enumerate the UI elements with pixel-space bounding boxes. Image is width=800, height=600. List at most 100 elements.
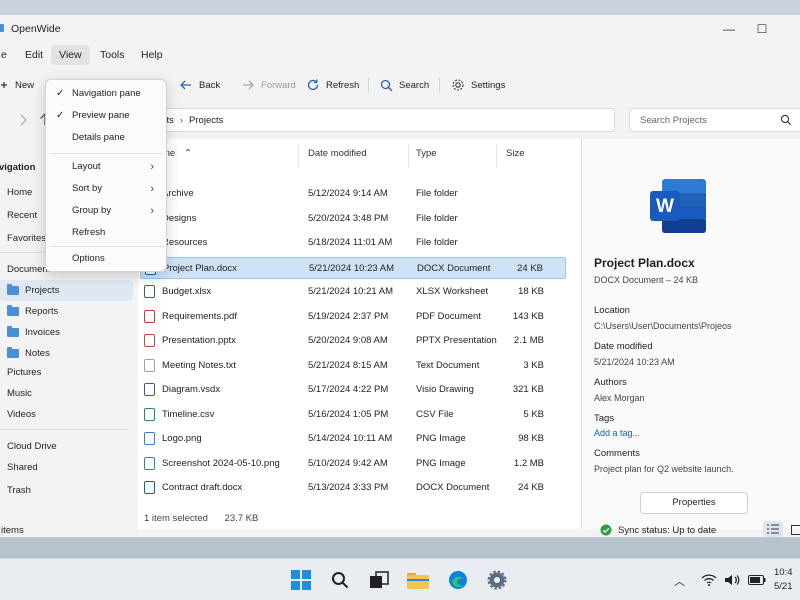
gear-icon — [487, 570, 507, 590]
menu-navigation-pane[interactable]: ✓ Navigation pane — [50, 84, 164, 104]
authors-label: Authors — [594, 377, 627, 388]
vsdx-file-icon — [144, 383, 155, 396]
title-bar[interactable]: OpenWide — ☐ — [0, 15, 800, 43]
wifi-icon[interactable] — [701, 574, 717, 586]
menu-details-pane[interactable]: Details pane — [50, 128, 164, 148]
menu-edit[interactable]: Edit — [17, 45, 51, 65]
column-header-size[interactable]: Size — [506, 143, 524, 165]
plus-icon — [1, 82, 7, 88]
chevron-right-icon: › — [179, 114, 184, 126]
search-button[interactable]: Search — [380, 73, 429, 97]
file-row[interactable]: Contract draft.docx 5/13/2024 3:33 PM DOCX… — [140, 477, 566, 499]
search-input[interactable]: Search Projects — [629, 108, 800, 132]
menu-view[interactable]: View — [51, 45, 90, 65]
menu-group-by[interactable]: Group by › — [50, 201, 164, 221]
properties-button[interactable]: Properties — [640, 492, 748, 514]
sidebar-item-pictures[interactable]: Pictures — [0, 362, 133, 383]
menu-item-label: Options — [72, 253, 105, 264]
file-type: PNG Image — [416, 433, 466, 444]
menu-sort-by[interactable]: Sort by › — [50, 179, 164, 199]
sidebar-item-projects[interactable]: Projects — [0, 280, 133, 301]
file-row[interactable]: Archive 5/12/2024 9:14 AM File folder — [140, 183, 566, 205]
sidebar-item-notes[interactable]: Notes — [0, 343, 133, 364]
column-divider[interactable] — [298, 145, 299, 167]
nav-divider — [0, 429, 129, 430]
breadcrumb-projects[interactable]: Projects — [189, 115, 223, 126]
file-row[interactable]: Budget.xlsx 5/21/2024 10:21 AM XLSX Worksh… — [140, 281, 566, 303]
file-row[interactable]: Project Plan.docx 5/21/2024 10:23 AM DOCX … — [140, 256, 566, 279]
file-row[interactable]: Meeting Notes.txt 5/21/2024 8:15 AM Text D… — [140, 355, 566, 377]
file-type: CSV File — [416, 408, 454, 420]
file-date: 5/20/2024 9:08 AM — [308, 335, 388, 346]
new-button[interactable]: New — [0, 73, 34, 97]
file-date: 5/10/2024 9:42 AM — [308, 457, 388, 469]
refresh-button[interactable]: Refresh — [306, 73, 359, 97]
maximize-button[interactable]: ☐ — [740, 15, 784, 43]
file-date: 5/20/2024 3:48 PM — [308, 212, 389, 224]
sidebar-item-videos[interactable]: Videos — [0, 404, 133, 425]
menu-file[interactable]: e — [0, 45, 15, 65]
column-header-type[interactable]: Type — [416, 143, 437, 165]
menu-tools[interactable]: Tools — [92, 45, 133, 65]
column-divider[interactable] — [408, 145, 409, 167]
file-row[interactable]: Designs 5/20/2024 3:48 PM File folder — [140, 208, 566, 230]
sidebar-item-trash[interactable]: Trash — [0, 480, 133, 501]
sidebar-item-label: Cloud Drive — [7, 441, 57, 452]
back-button[interactable]: Back — [179, 73, 220, 97]
file-date: 5/19/2024 2:37 PM — [308, 310, 389, 322]
menu-preview-pane[interactable]: ✓ Preview pane — [50, 106, 164, 126]
file-name: Requirements.pdf — [162, 310, 237, 322]
start-button[interactable] — [289, 568, 313, 592]
file-size: 5 KB — [523, 408, 544, 420]
volume-icon[interactable] — [724, 574, 740, 586]
file-row[interactable]: Diagram.vsdx 5/17/2024 4:22 PM Visio Drawi… — [140, 379, 566, 401]
system-clock[interactable]: 10:4 5/21 — [774, 566, 793, 594]
file-size: 2.1 MB — [513, 335, 544, 346]
tiles-view-icon[interactable] — [791, 525, 800, 535]
preview-filename: Project Plan.docx — [594, 256, 695, 270]
edge-taskbar-button[interactable] — [446, 568, 470, 592]
location-label: Location — [594, 305, 630, 316]
sidebar-item-shared[interactable]: Shared — [0, 457, 133, 478]
add-tag-link[interactable]: Add a tag... — [594, 428, 640, 438]
menu-help[interactable]: Help — [133, 45, 171, 65]
menu-bar: e Edit View Tools Help — [0, 43, 800, 65]
menu-layout[interactable]: Layout › — [50, 157, 164, 177]
chevron-up-icon[interactable]: ︿ — [674, 573, 685, 589]
file-row[interactable]: Presentation.pptx 5/20/2024 9:08 AM PPTX P… — [140, 330, 566, 352]
file-row[interactable]: Logo.png 5/14/2024 10:11 AM PNG Image 98 KB — [140, 428, 566, 450]
windows-logo-icon — [291, 570, 311, 590]
menu-refresh[interactable]: Refresh — [50, 223, 164, 243]
sidebar-item-invoices[interactable]: Invoices — [0, 322, 133, 343]
taskbar-search-button[interactable] — [328, 568, 352, 592]
file-name: Resources — [162, 237, 208, 248]
forward-button[interactable]: Forward — [241, 73, 296, 97]
pptx-file-icon — [144, 334, 155, 347]
sidebar-item-reports[interactable]: Reports — [0, 301, 133, 322]
file-row[interactable]: Resources 5/18/2024 11:01 AM File folder — [140, 232, 566, 254]
breadcrumb[interactable]: ments › Projects — [143, 108, 615, 132]
settings-taskbar-button[interactable] — [485, 568, 509, 592]
details-view-button[interactable] — [763, 521, 783, 537]
sort-up-icon: ⌃ — [183, 148, 192, 159]
file-explorer-taskbar-button[interactable] — [406, 568, 430, 592]
file-row[interactable]: Screenshot 2024-05-10.png 5/10/2024 9:42 … — [140, 453, 566, 475]
file-explorer-icon — [407, 573, 429, 589]
chevron-right-icon: › — [150, 161, 154, 173]
menu-item-label: Details pane — [72, 132, 125, 143]
file-name: Budget.xlsx — [162, 286, 212, 297]
menu-options[interactable]: Options — [50, 249, 164, 269]
file-type: Visio Drawing — [416, 384, 474, 395]
settings-button[interactable]: Settings — [451, 73, 505, 97]
forward-nav-icon[interactable] — [17, 113, 29, 127]
file-row[interactable]: Requirements.pdf 5/19/2024 2:37 PM PDF Doc… — [140, 306, 566, 328]
sidebar-item-cloud-drive[interactable]: Cloud Drive — [0, 436, 133, 457]
task-view-button[interactable] — [367, 568, 391, 592]
sidebar-item-label: Trash — [7, 485, 31, 496]
sidebar-item-music[interactable]: Music — [0, 383, 133, 404]
battery-icon[interactable] — [748, 575, 766, 585]
sidebar-item-label: Invoices — [25, 327, 60, 338]
file-row[interactable]: Timeline.csv 5/16/2024 1:05 PM CSV File 5 K… — [140, 404, 566, 426]
column-header-date[interactable]: Date modified — [308, 143, 367, 165]
column-divider[interactable] — [496, 145, 497, 167]
